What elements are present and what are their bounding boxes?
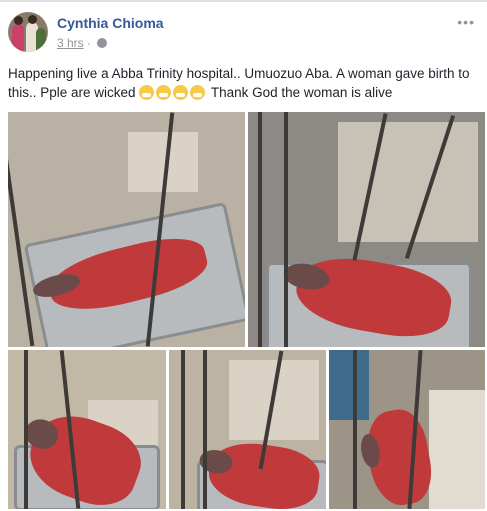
- photo-5[interactable]: [329, 350, 485, 509]
- top-divider: [0, 0, 487, 2]
- medical-mask-emoji-icon: [190, 85, 206, 100]
- photo-4[interactable]: [169, 350, 326, 509]
- post-meta: 3 hrs ·: [57, 36, 108, 50]
- photo-3[interactable]: [8, 350, 166, 509]
- emoji-group: [139, 85, 211, 100]
- post-time[interactable]: 3 hrs: [57, 36, 84, 50]
- post-text-end: Thank God the woman is alive: [210, 85, 393, 100]
- medical-mask-emoji-icon: [156, 85, 172, 100]
- globe-icon[interactable]: [97, 38, 108, 48]
- meta-separator: ·: [87, 36, 95, 50]
- post-header: Cynthia Chioma 3 hrs · •••: [8, 12, 479, 56]
- author-name[interactable]: Cynthia Chioma: [57, 15, 164, 31]
- medical-mask-emoji-icon: [173, 85, 189, 100]
- photo-2[interactable]: [248, 112, 485, 347]
- photo-1[interactable]: [8, 112, 245, 347]
- more-icon[interactable]: •••: [457, 14, 475, 30]
- medical-mask-emoji-icon: [139, 85, 155, 100]
- post-text: Happening live a Abba Trinity hospital..…: [8, 64, 478, 102]
- newborn: [361, 405, 437, 509]
- avatar[interactable]: [8, 12, 48, 52]
